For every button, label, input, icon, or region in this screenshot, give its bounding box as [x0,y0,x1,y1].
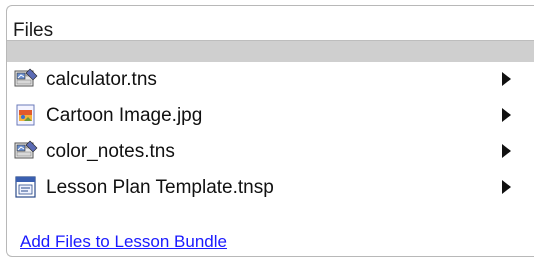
file-row-color-notes[interactable]: color_notes.tns [7,133,534,169]
file-name: calculator.tns [46,69,157,90]
file-row-lesson-plan-template[interactable]: Lesson Plan Template.tnsp [7,169,534,205]
file-name: Lesson Plan Template.tnsp [46,177,274,198]
file-row-cartoon-image[interactable]: Cartoon Image.jpg [7,97,534,133]
expand-arrow-icon[interactable] [502,180,511,194]
files-header: Files [7,6,534,62]
tns-file-icon [14,68,38,90]
files-panel: Files calculator.tns Cartoon Image.jpg c… [6,5,534,257]
expand-arrow-icon[interactable] [502,72,511,86]
files-title: Files [13,20,54,41]
tns-file-icon [14,140,38,162]
file-name: Cartoon Image.jpg [46,105,203,126]
expand-arrow-icon[interactable] [502,108,511,122]
header-bar [7,40,534,62]
expand-arrow-icon[interactable] [502,144,511,158]
file-row-calculator[interactable]: calculator.tns [7,61,534,97]
add-files-link[interactable]: Add Files to Lesson Bundle [20,232,227,252]
image-file-icon [14,104,38,126]
file-name: color_notes.tns [46,141,175,162]
tnsp-file-icon [14,176,38,198]
